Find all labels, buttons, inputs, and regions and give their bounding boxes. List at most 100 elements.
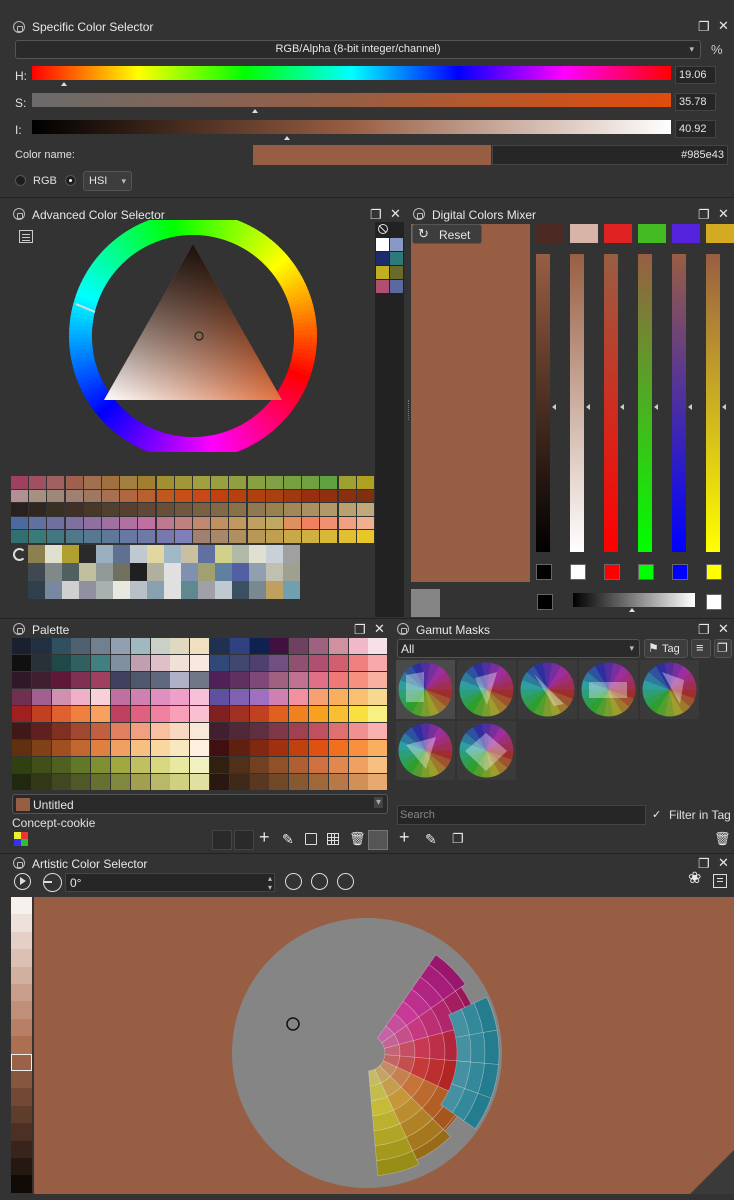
palette-swatch[interactable] [111, 723, 130, 739]
shade-swatch[interactable] [284, 503, 301, 516]
palette-swatch[interactable] [71, 774, 91, 790]
shade-swatch[interactable] [83, 516, 101, 529]
shade-swatch[interactable] [120, 503, 138, 516]
palette-swatch[interactable] [170, 757, 190, 773]
percent-toggle[interactable]: % [711, 42, 723, 57]
palette-swatch[interactable] [348, 638, 368, 654]
palette-swatch[interactable] [309, 672, 328, 688]
view-mode-button[interactable]: ≡ [691, 639, 711, 658]
palette-swatch[interactable] [269, 757, 289, 773]
close-icon[interactable]: ✕ [390, 207, 401, 220]
palette-swatch[interactable] [229, 757, 249, 773]
palette-swatch[interactable] [31, 689, 51, 705]
shade-swatch[interactable] [156, 503, 174, 516]
palette-swatch[interactable] [12, 638, 31, 654]
palette-swatch[interactable] [31, 774, 51, 790]
patch-swatch[interactable] [198, 545, 215, 563]
shade-swatch[interactable] [138, 489, 156, 502]
value-step[interactable] [11, 1088, 32, 1106]
palette-swatch[interactable] [328, 723, 348, 739]
patch-swatch[interactable] [130, 581, 147, 599]
patch-swatch[interactable] [266, 563, 283, 581]
shade-swatch[interactable] [229, 516, 247, 529]
palette-swatch[interactable] [71, 740, 91, 756]
shade-swatch[interactable] [211, 530, 229, 543]
shade-swatch[interactable] [174, 530, 192, 543]
mixer-channel-slider[interactable] [570, 254, 584, 552]
shade-swatch[interactable] [138, 516, 156, 529]
patch-swatch[interactable] [147, 545, 164, 563]
shade-swatch[interactable] [47, 516, 65, 529]
palette-swatch[interactable] [229, 689, 249, 705]
tag-button[interactable]: ⚑ Tag [644, 639, 688, 658]
shade-swatch[interactable] [11, 489, 28, 502]
close-icon[interactable]: ✕ [718, 19, 729, 32]
patch-swatch[interactable] [249, 563, 266, 581]
shade-swatch[interactable] [102, 530, 119, 543]
close-icon[interactable]: ✕ [374, 622, 385, 635]
shade-swatch[interactable] [120, 489, 138, 502]
palette-swatch[interactable] [170, 638, 190, 654]
palette-swatch[interactable] [91, 706, 111, 722]
shade-swatch[interactable] [102, 516, 119, 529]
shade-swatch[interactable] [338, 503, 356, 516]
palette-swatch[interactable] [289, 689, 309, 705]
wheel-cell[interactable] [469, 1032, 486, 1064]
palette-swatch[interactable] [91, 672, 111, 688]
shade-swatch[interactable] [229, 503, 247, 516]
palette-swatch[interactable] [210, 638, 229, 654]
patch-swatch[interactable] [164, 545, 181, 563]
patch-swatch[interactable] [215, 563, 232, 581]
mixer-channel-swatch[interactable] [604, 564, 620, 580]
palette-swatch[interactable] [51, 655, 71, 671]
palette-swatch[interactable] [190, 689, 210, 705]
mixer-white-swatch[interactable] [706, 594, 722, 610]
palette-swatch[interactable] [170, 774, 190, 790]
shade-swatch[interactable] [83, 476, 101, 489]
shade-swatch[interactable] [284, 489, 301, 502]
palette-swatch[interactable] [51, 757, 71, 773]
mixer-channel-handle[interactable] [654, 404, 658, 410]
shade-swatch[interactable] [284, 516, 301, 529]
patch-swatch[interactable] [28, 545, 45, 563]
shade-swatch[interactable] [120, 530, 138, 543]
mixer-color-swatch[interactable] [570, 224, 598, 243]
hsi-radio[interactable] [65, 175, 76, 186]
patch-swatch[interactable] [181, 545, 198, 563]
shade-swatch[interactable] [302, 503, 320, 516]
hue-value-field[interactable]: 19.06 [675, 66, 716, 84]
gamut-mask-thumbnail[interactable] [396, 721, 455, 780]
palette-swatch[interactable] [170, 689, 190, 705]
shade-swatch[interactable] [47, 489, 65, 502]
shade-swatch[interactable] [302, 530, 320, 543]
duplicate-icon[interactable]: ❐ [452, 832, 464, 845]
shade-swatch[interactable] [247, 489, 265, 502]
mixer-channel-swatch[interactable] [672, 564, 688, 580]
float-icon[interactable]: ❐ [698, 20, 710, 33]
value-step[interactable] [11, 1018, 32, 1037]
mixer-channel-swatch[interactable] [536, 564, 552, 580]
plus-icon[interactable]: + [399, 828, 410, 846]
palette-swatch[interactable] [190, 723, 210, 739]
palette-swatch[interactable] [111, 706, 130, 722]
float-icon[interactable]: ❐ [370, 208, 382, 221]
patch-swatch[interactable] [266, 545, 283, 563]
shade-swatch[interactable] [338, 476, 356, 489]
trash-icon[interactable]: 🗑︎ [714, 832, 731, 845]
patch-swatch[interactable] [249, 581, 266, 599]
shade-swatch[interactable] [29, 503, 47, 516]
shade-swatch[interactable] [302, 489, 320, 502]
gamut-mask-thumbnail[interactable] [457, 660, 516, 719]
palette-swatch[interactable] [269, 723, 289, 739]
patch-swatch[interactable] [96, 581, 113, 599]
palette-swatch[interactable] [150, 723, 170, 739]
shade-swatch[interactable] [356, 530, 374, 543]
shade-swatch[interactable] [65, 489, 83, 502]
color-model-select[interactable]: RGB/Alpha (8-bit integer/channel) ▾ [15, 40, 701, 59]
gamut-filter-select[interactable]: All ▾ [397, 639, 640, 658]
palette-swatch[interactable] [348, 706, 368, 722]
patch-swatch[interactable] [45, 563, 62, 581]
patch-swatch[interactable] [130, 563, 147, 581]
shade-swatch[interactable] [302, 476, 320, 489]
palette-swatch[interactable] [150, 689, 170, 705]
